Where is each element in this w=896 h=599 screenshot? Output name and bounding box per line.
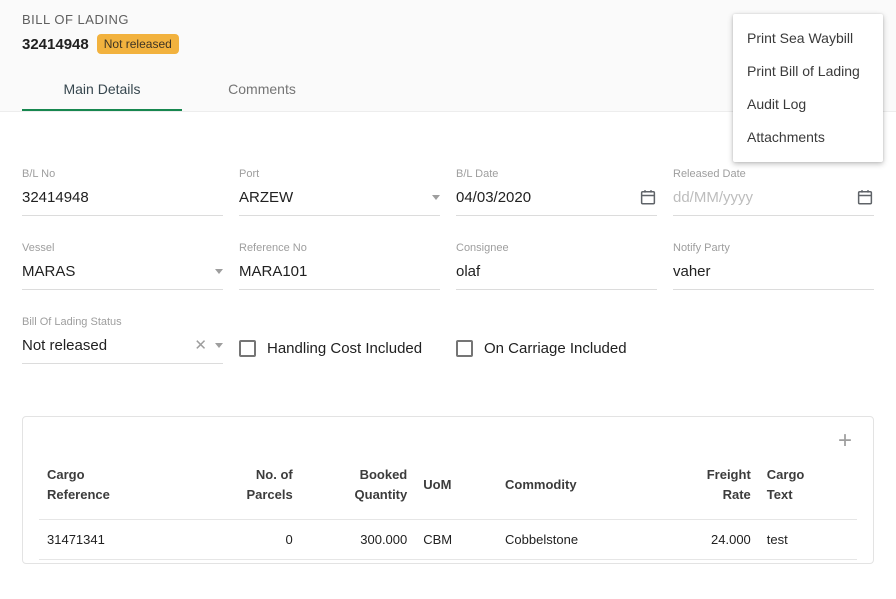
col-cargo-text: Cargo Text bbox=[759, 457, 857, 520]
bl-date-field: B/L Date bbox=[456, 168, 657, 216]
cell-cargo-reference: 31471341 bbox=[39, 520, 211, 560]
vessel-field: Vessel MARAS bbox=[22, 242, 223, 290]
released-date-input[interactable] bbox=[673, 189, 848, 206]
chevron-down-icon bbox=[215, 343, 223, 348]
released-date-field: Released Date bbox=[673, 168, 874, 216]
cell-commodity: Cobbelstone bbox=[497, 520, 652, 560]
released-date-control bbox=[673, 188, 874, 216]
col-no-of-parcels: No. of Parcels bbox=[211, 457, 301, 520]
cell-uom: CBM bbox=[415, 520, 497, 560]
handling-cost-label: Handling Cost Included bbox=[267, 340, 422, 357]
handling-cost-checkbox[interactable]: Handling Cost Included bbox=[239, 332, 440, 364]
bl-date-label: B/L Date bbox=[456, 168, 657, 180]
vessel-select[interactable]: MARAS bbox=[22, 262, 223, 290]
add-cargo-button[interactable]: + bbox=[833, 430, 857, 452]
cargo-toolbar: + bbox=[39, 425, 857, 457]
on-carriage-label: On Carriage Included bbox=[484, 340, 627, 357]
consignee-field: Consignee bbox=[456, 242, 657, 290]
col-cargo-reference: Cargo Reference bbox=[39, 457, 211, 520]
checkbox-icon bbox=[456, 340, 473, 357]
reference-no-control bbox=[239, 262, 440, 290]
status-badge: Not released bbox=[97, 34, 179, 54]
actions-menu: Print Sea Waybill Print Bill of Lading A… bbox=[733, 14, 883, 162]
consignee-control bbox=[456, 262, 657, 290]
reference-no-input[interactable] bbox=[239, 263, 440, 280]
calendar-icon[interactable] bbox=[639, 188, 657, 206]
menu-item-audit-log[interactable]: Audit Log bbox=[733, 88, 883, 121]
vessel-label: Vessel bbox=[22, 242, 223, 254]
tab-comments[interactable]: Comments bbox=[182, 68, 342, 111]
port-field: Port ARZEW bbox=[239, 168, 440, 216]
notify-party-input[interactable] bbox=[673, 263, 874, 280]
checkbox-icon bbox=[239, 340, 256, 357]
bl-date-input[interactable] bbox=[456, 189, 631, 206]
on-carriage-checkbox[interactable]: On Carriage Included bbox=[456, 332, 657, 364]
document-number: 32414948 bbox=[22, 36, 89, 53]
form-spacer bbox=[673, 316, 874, 364]
bill-of-lading-page: BILL OF LADING 32414948 Not released Mai… bbox=[0, 0, 896, 599]
cell-booked-quantity: 300.000 bbox=[301, 520, 416, 560]
bl-no-field: B/L No bbox=[22, 168, 223, 216]
bl-status-label: Bill Of Lading Status bbox=[22, 316, 223, 328]
menu-item-attachments[interactable]: Attachments bbox=[733, 121, 883, 154]
chevron-down-icon bbox=[432, 195, 440, 200]
bl-status-select[interactable]: Not released ✕ bbox=[22, 336, 223, 364]
col-uom: UoM bbox=[415, 457, 497, 520]
notify-party-label: Notify Party bbox=[673, 242, 874, 254]
bl-no-input[interactable] bbox=[22, 189, 223, 206]
col-commodity: Commodity bbox=[497, 457, 652, 520]
vessel-value: MARAS bbox=[22, 263, 207, 280]
reference-no-label: Reference No bbox=[239, 242, 440, 254]
notify-party-field: Notify Party bbox=[673, 242, 874, 290]
bl-no-label: B/L No bbox=[22, 168, 223, 180]
port-select[interactable]: ARZEW bbox=[239, 188, 440, 216]
notify-party-control bbox=[673, 262, 874, 290]
reference-no-field: Reference No bbox=[239, 242, 440, 290]
details-form: B/L No Port ARZEW B/L Date bbox=[22, 168, 874, 364]
clear-icon[interactable]: ✕ bbox=[194, 338, 207, 353]
cargo-table: Cargo Reference No. of Parcels Booked Qu… bbox=[39, 457, 857, 560]
cell-freight-rate: 24.000 bbox=[652, 520, 758, 560]
cargo-card: + Cargo Reference No. of Parcels Booked … bbox=[22, 416, 874, 564]
tab-main-details[interactable]: Main Details bbox=[22, 68, 182, 111]
menu-item-print-bill-of-lading[interactable]: Print Bill of Lading bbox=[733, 55, 883, 88]
main-content: B/L No Port ARZEW B/L Date bbox=[0, 168, 896, 564]
port-value: ARZEW bbox=[239, 189, 424, 206]
table-row[interactable]: 31471341 0 300.000 CBM Cobbelstone 24.00… bbox=[39, 520, 857, 560]
chevron-down-icon bbox=[215, 269, 223, 274]
table-header-row: Cargo Reference No. of Parcels Booked Qu… bbox=[39, 457, 857, 520]
bl-date-control bbox=[456, 188, 657, 216]
released-date-label: Released Date bbox=[673, 168, 874, 180]
bl-status-value: Not released bbox=[22, 337, 186, 354]
menu-item-print-sea-waybill[interactable]: Print Sea Waybill bbox=[733, 22, 883, 55]
col-freight-rate: Freight Rate bbox=[652, 457, 758, 520]
bl-status-field: Bill Of Lading Status Not released ✕ bbox=[22, 316, 223, 364]
col-booked-quantity: Booked Quantity bbox=[301, 457, 416, 520]
port-label: Port bbox=[239, 168, 440, 180]
cell-no-of-parcels: 0 bbox=[211, 520, 301, 560]
bl-no-control bbox=[22, 188, 223, 216]
consignee-input[interactable] bbox=[456, 263, 657, 280]
calendar-icon[interactable] bbox=[856, 188, 874, 206]
cell-cargo-text: test bbox=[759, 520, 857, 560]
consignee-label: Consignee bbox=[456, 242, 657, 254]
